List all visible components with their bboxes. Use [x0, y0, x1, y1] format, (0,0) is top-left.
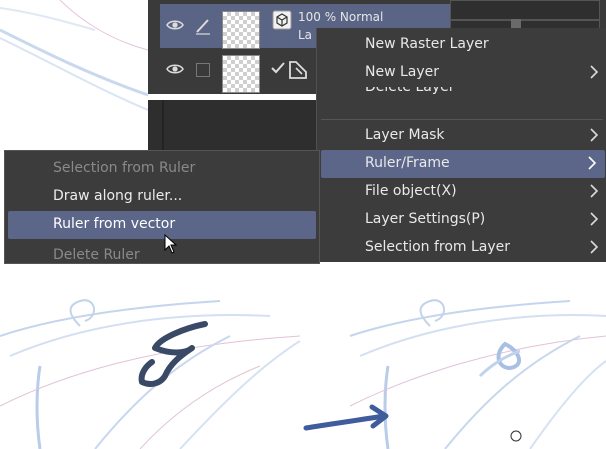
- chevron-right-icon: [590, 65, 599, 79]
- chevron-right-icon: [590, 240, 599, 254]
- layer-thumbnail: [222, 55, 260, 93]
- menu-item-label: Delete Ruler: [53, 247, 140, 262]
- brush-cursor-icon: [510, 430, 522, 442]
- menu-item-selection-from-layer[interactable]: Selection from Layer: [317, 234, 606, 262]
- menu-item-ruler-frame[interactable]: Ruler/Frame: [321, 150, 605, 178]
- ruler-submenu: Selection from Ruler Draw along ruler...…: [4, 150, 320, 264]
- menu-item-label: Ruler/Frame: [365, 155, 450, 171]
- chevron-right-icon: [588, 156, 597, 170]
- menu-divider: [321, 119, 603, 120]
- menu-item-new-raster-layer[interactable]: New Raster Layer: [317, 31, 606, 59]
- menu-item-label: Layer Settings(P): [365, 211, 486, 227]
- navigator-preview: [450, 0, 600, 20]
- sketch-lines-left: [0, 299, 301, 449]
- menu-item-label: Draw along ruler...: [53, 188, 183, 204]
- chevron-right-icon: [590, 212, 599, 226]
- mouse-cursor-icon: [164, 234, 178, 254]
- menu-item-new-layer[interactable]: New Layer: [317, 59, 606, 87]
- submenu-item-ruler-from-vector[interactable]: Ruler from vector: [8, 211, 316, 239]
- submenu-item-delete-ruler[interactable]: Delete Ruler: [5, 242, 319, 262]
- eye-icon[interactable]: [166, 18, 184, 32]
- menu-item-delete-layer[interactable]: Delete Layer: [317, 87, 606, 95]
- menu-item-label: New Layer: [365, 64, 440, 80]
- ruler-layer-icon: [289, 61, 307, 79]
- menu-item-label: New Raster Layer: [365, 36, 489, 52]
- layer-blend-label: 100 % Normal: [298, 10, 384, 24]
- menu-item-label: Delete Layer: [365, 87, 455, 95]
- submenu-item-selection-from-ruler[interactable]: Selection from Ruler: [5, 155, 319, 183]
- menu-item-label: File object(X): [365, 183, 457, 199]
- menu-item-label: Selection from Ruler: [53, 160, 196, 176]
- layer-context-menu: New Raster Layer New Layer Delete Layer …: [316, 28, 606, 262]
- layer-checkbox[interactable]: [196, 63, 210, 77]
- submenu-item-draw-along-ruler[interactable]: Draw along ruler...: [5, 183, 319, 211]
- menu-item-layer-settings[interactable]: Layer Settings(P): [317, 206, 606, 234]
- drawing-canvas-bottom[interactable]: [0, 296, 606, 449]
- menu-item-label: Layer Mask: [365, 127, 445, 143]
- 3d-cube-icon: [272, 10, 292, 30]
- check-icon: [271, 62, 285, 74]
- menu-item-layer-mask[interactable]: Layer Mask: [317, 122, 606, 150]
- pen-icon: [196, 19, 210, 35]
- menu-item-label: Selection from Layer: [365, 239, 511, 255]
- sketch-lines-right: [349, 299, 606, 449]
- menu-item-label: Ruler from vector: [53, 216, 176, 232]
- layer-name: La: [298, 28, 313, 42]
- menu-item-file-object[interactable]: File object(X): [317, 178, 606, 206]
- chevron-right-icon: [590, 128, 599, 142]
- layer-thumbnail: [222, 11, 260, 49]
- vector-stroke[interactable]: [138, 321, 208, 387]
- eye-icon[interactable]: [166, 62, 184, 76]
- drawing-canvas-top[interactable]: [0, 0, 148, 122]
- chevron-right-icon: [590, 184, 599, 198]
